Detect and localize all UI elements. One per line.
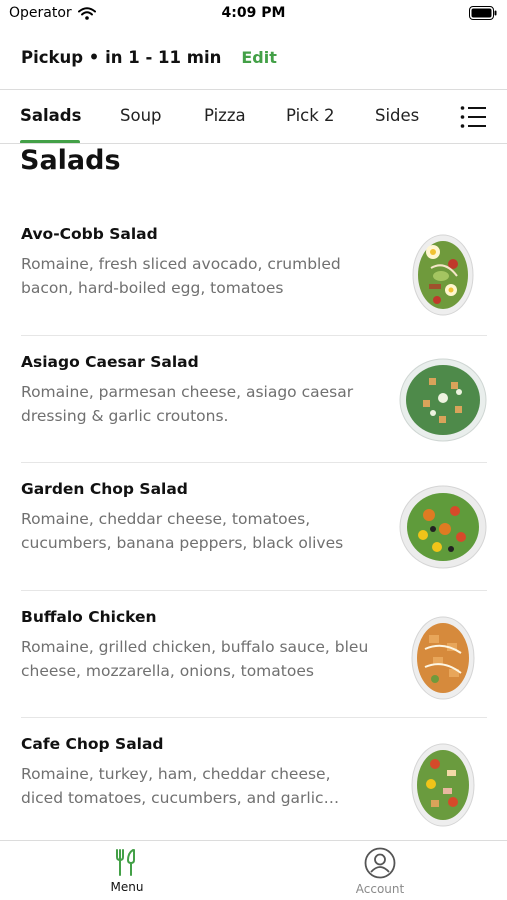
pickup-time-label: Pickup • in 1 - 11 min bbox=[21, 47, 222, 67]
edit-pickup-button[interactable]: Edit bbox=[241, 48, 277, 67]
nav-account-tab[interactable]: Account bbox=[320, 847, 440, 896]
asiago-caesar-salad-image bbox=[399, 358, 487, 441]
section-title: Salads bbox=[20, 145, 121, 176]
nav-account-label: Account bbox=[355, 882, 405, 896]
item-name: Buffalo Chicken bbox=[21, 607, 157, 626]
menu-item-buffalo-chicken[interactable]: Buffalo Chicken Romaine, grilled chicken… bbox=[0, 591, 507, 718]
category-list-icon[interactable] bbox=[460, 105, 486, 129]
tab-pizza[interactable]: Pizza bbox=[204, 106, 246, 125]
garden-chop-salad-image bbox=[399, 485, 487, 569]
item-name: Avo-Cobb Salad bbox=[21, 225, 158, 243]
item-description: Romaine, parmesan cheese, asiago caesar … bbox=[21, 382, 354, 425]
item-name: Garden Chop Salad bbox=[21, 480, 188, 498]
tab-salads[interactable]: Salads bbox=[20, 106, 81, 125]
item-description: Romaine, fresh sliced avocado, crumbled … bbox=[21, 255, 341, 297]
account-icon bbox=[364, 847, 396, 879]
battery-icon bbox=[469, 6, 497, 20]
nav-menu-label: Menu bbox=[110, 880, 144, 894]
menu-item-cafe-chop-salad[interactable]: Cafe Chop Salad Romaine, turkey, ham, ch… bbox=[0, 718, 507, 846]
category-tabs: Salads Soup Pizza Pick 2 Sides bbox=[0, 90, 507, 144]
item-description: Romaine, turkey, ham, cheddar cheese, di… bbox=[21, 765, 331, 807]
item-description: Romaine, grilled chicken, buffalo sauce,… bbox=[21, 637, 369, 680]
menu-item-garden-chop-salad[interactable]: Garden Chop Salad Romaine, cheddar chees… bbox=[0, 463, 507, 591]
item-name: Cafe Chop Salad bbox=[21, 735, 164, 753]
bottom-nav: Menu Account bbox=[0, 840, 507, 900]
tabs-divider bbox=[0, 143, 507, 144]
item-description: Romaine, cheddar cheese, tomatoes, cucum… bbox=[21, 510, 344, 552]
tab-pick-2[interactable]: Pick 2 bbox=[286, 106, 335, 125]
cafe-chop-salad-image bbox=[411, 743, 475, 827]
buffalo-chicken-image bbox=[411, 616, 475, 699]
avo-cobb-salad-image bbox=[412, 234, 474, 316]
menu-item-asiago-caesar-salad[interactable]: Asiago Caesar Salad Romaine, parmesan ch… bbox=[0, 336, 507, 463]
tab-soup[interactable]: Soup bbox=[120, 106, 162, 125]
item-name: Asiago Caesar Salad bbox=[21, 352, 199, 371]
menu-item-avo-cobb-salad[interactable]: Avo-Cobb Salad Romaine, fresh sliced avo… bbox=[0, 208, 507, 336]
clock: 4:09 PM bbox=[221, 5, 286, 21]
menu-list: Avo-Cobb Salad Romaine, fresh sliced avo… bbox=[0, 208, 507, 846]
utensils-icon bbox=[116, 849, 135, 876]
status-bar: Operator 4:09 PM bbox=[0, 0, 507, 28]
nav-menu-tab[interactable]: Menu bbox=[67, 847, 187, 894]
tab-sides[interactable]: Sides bbox=[375, 106, 419, 125]
pickup-header: Pickup • in 1 - 11 min Edit bbox=[21, 44, 277, 70]
